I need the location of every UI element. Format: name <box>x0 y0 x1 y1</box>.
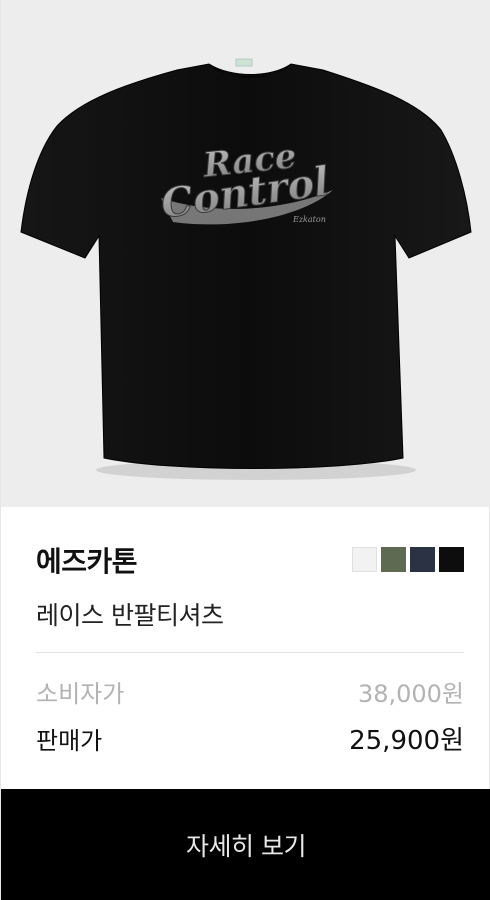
view-details-button[interactable]: 자세히 보기 <box>1 789 490 900</box>
swatch-black[interactable] <box>439 547 464 572</box>
sale-price-label: 판매가 <box>36 727 103 755</box>
list-price-label: 소비자가 <box>36 680 125 708</box>
divider <box>36 652 464 653</box>
sale-price-value: 25,900원 <box>349 726 464 756</box>
list-price-row: 소비자가 38,000원 <box>36 674 464 709</box>
product-card[interactable]: Race Control Ezkaton 에즈카톤 레이스 반팔티셔츠 소비자가… <box>0 0 490 900</box>
swatch-white[interactable] <box>352 547 377 572</box>
graphic-signature: Ezkaton <box>292 215 326 224</box>
list-price-value: 38,000원 <box>357 680 464 708</box>
tshirt-image: Race Control Ezkaton <box>20 58 472 480</box>
product-name[interactable]: 레이스 반팔티셔츠 <box>36 596 224 632</box>
color-swatches <box>352 547 464 572</box>
sale-price-row: 판매가 25,900원 <box>36 720 464 757</box>
swatch-khaki[interactable] <box>381 547 406 572</box>
product-image[interactable]: Race Control Ezkaton <box>1 0 490 507</box>
brand-name: 에즈카톤 <box>36 545 138 578</box>
swatch-navy[interactable] <box>410 547 435 572</box>
